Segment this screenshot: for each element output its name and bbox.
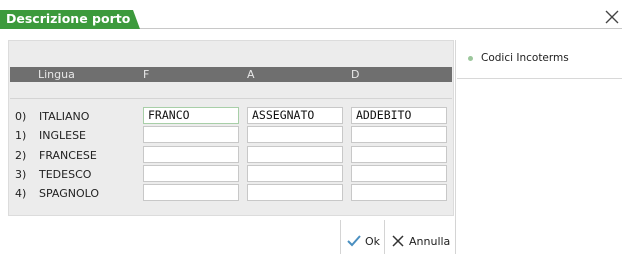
table-header: Lingua F A D <box>10 67 452 82</box>
row-language-label: ITALIANO <box>39 110 90 123</box>
window-title-tab: Descrizione porto <box>0 10 140 29</box>
row-number: 3) <box>15 168 27 181</box>
row-language-label: FRANCESE <box>39 149 97 162</box>
header-a: A <box>247 68 255 81</box>
header-d: D <box>351 68 360 81</box>
d-field-inglese[interactable] <box>351 126 447 143</box>
d-field-italiano[interactable]: ADDEBITO <box>351 107 447 124</box>
ok-button[interactable]: Ok <box>346 230 380 252</box>
row-language-label: TEDESCO <box>39 168 92 181</box>
annulla-label: Annulla <box>409 234 451 248</box>
button-separator <box>455 220 456 254</box>
a-field-italiano[interactable]: ASSEGNATO <box>247 107 343 124</box>
window-title: Descrizione porto <box>6 11 131 26</box>
header-lingua: Lingua <box>38 68 75 81</box>
f-field-tedesco[interactable] <box>143 165 239 182</box>
annulla-button[interactable]: Annulla <box>391 230 450 252</box>
cancel-x-icon <box>392 235 404 247</box>
button-separator <box>340 220 341 254</box>
incoterms-label: Codici Incoterms <box>481 52 569 64</box>
f-field-spagnolo[interactable] <box>143 184 239 201</box>
ok-label: Ok <box>365 234 381 248</box>
d-field-spagnolo[interactable] <box>351 184 447 201</box>
f-field-inglese[interactable] <box>143 126 239 143</box>
close-icon[interactable] <box>603 8 621 26</box>
header-f: F <box>143 68 150 81</box>
a-field-inglese[interactable] <box>247 126 343 143</box>
d-field-tedesco[interactable] <box>351 165 447 182</box>
f-field-italiano[interactable]: FRANCO <box>143 107 239 124</box>
button-separator <box>384 220 385 254</box>
d-field-francese[interactable] <box>351 146 447 163</box>
check-icon <box>347 235 361 247</box>
row-number: 1) <box>15 129 27 142</box>
a-field-spagnolo[interactable] <box>247 184 343 201</box>
row-number: 2) <box>15 149 27 162</box>
f-field-francese[interactable] <box>143 146 239 163</box>
a-field-tedesco[interactable] <box>247 165 343 182</box>
incoterms-link[interactable]: Codici Incoterms <box>457 40 622 79</box>
row-language-label: SPAGNOLO <box>39 187 100 200</box>
bullet-icon <box>468 56 473 61</box>
row-language-label: INGLESE <box>39 129 87 142</box>
row-number: 4) <box>15 187 27 200</box>
header-separator <box>10 98 452 99</box>
a-field-francese[interactable] <box>247 146 343 163</box>
row-number: 0) <box>15 110 27 123</box>
